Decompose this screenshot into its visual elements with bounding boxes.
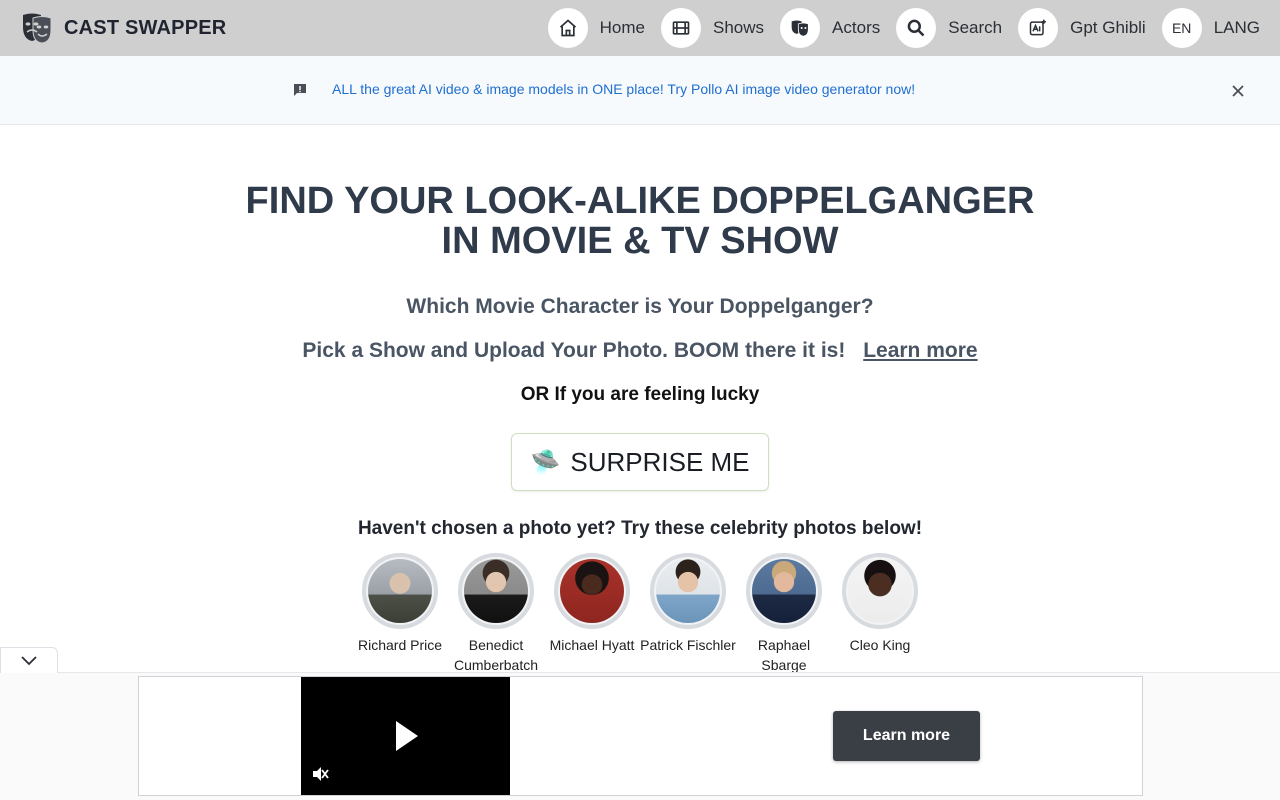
brand-title: CAST SWAPPER [64,16,227,39]
celebrity-photo [656,559,720,623]
celebrity-item[interactable]: Cleo King [832,553,928,675]
nav-item-label: Search [948,18,1003,37]
nav-item-search[interactable]: Search [896,8,1002,48]
celebrity-photo [464,559,528,623]
nav-item-label: Gpt Ghibli [1070,18,1146,37]
masks-icon [780,8,821,48]
feedback-icon [294,84,306,96]
celebrity-photo-frame [458,553,534,629]
theater-masks-icon [23,13,52,44]
celebrity-name: Raphael Sbarge [757,637,811,673]
page-title-line1: FIND YOUR LOOK-ALIKE DOPPELGANGER [245,180,1035,222]
promo-banner: ALL the great AI video & image models in… [0,56,1280,125]
nav-menu: Home Shows Actors Search Gpt Ghibli EN L… [547,8,1260,48]
banner-close-button[interactable] [1228,81,1248,101]
celebrity-photo [848,559,912,623]
celebrity-item[interactable]: Benedict Cumberbatch [448,553,544,675]
home-icon [547,8,588,48]
page-title: FIND YOUR LOOK-ALIKE DOPPELGANGER IN MOV… [0,181,1280,261]
close-icon [1232,85,1244,97]
ad-video-player[interactable] [301,677,510,795]
nav-item-actors[interactable]: Actors [780,8,880,48]
instructions-text: Pick a Show and Upload Your Photo. BOOM … [302,339,846,362]
lucky-text: OR If you are feeling lucky [520,384,760,405]
nav-item-label: LANG [1213,18,1260,37]
celebrity-photo [368,559,432,623]
celebrity-name: Cleo King [849,637,911,653]
ad-learn-more-button[interactable]: Learn more [833,711,980,761]
celebrity-name: Richard Price [357,637,443,653]
celebrity-name: Patrick Fischler [640,637,736,653]
chevron-down-icon [21,655,37,665]
celebrity-item[interactable]: Richard Price [352,553,448,675]
celebrity-photo-frame [362,553,438,629]
celebrity-photo [752,559,816,623]
film-icon [661,8,702,48]
celebrity-list: Richard Price Benedict Cumberbatch Micha… [352,553,928,675]
ad-collapse-toggle[interactable] [0,647,58,673]
page-title-line2: IN MOVIE & TV SHOW [441,220,839,262]
celebrity-photo [560,559,624,623]
celebrity-item[interactable]: Michael Hyatt [544,553,640,675]
nav-item-label: Shows [713,18,765,37]
nav-item-label: Home [599,18,646,37]
celebrity-photo-frame [650,553,726,629]
celebrity-name: Benedict Cumberbatch [453,637,539,673]
nav-item-home[interactable]: Home [547,8,646,48]
promo-link[interactable]: ALL the great AI video & image models in… [332,81,915,97]
muted-speaker-icon[interactable] [311,765,329,783]
celebrity-photo-frame [554,553,630,629]
subtitle-question: Which Movie Character is Your Doppelgang… [406,295,874,318]
ai-image-icon [1018,8,1059,48]
surprise-me-label: SURPRISE ME [570,446,750,477]
ad-container [138,676,1143,796]
play-icon[interactable] [396,721,418,751]
search-icon [896,8,937,48]
celebrity-photo-frame [842,553,918,629]
brand-logo-link[interactable]: CAST SWAPPER [20,12,226,44]
celebrity-item[interactable]: Raphael Sbarge [736,553,832,675]
celebrity-name: Michael Hyatt [549,637,635,653]
celebrity-prompt: Haven't chosen a photo yet? Try these ce… [357,518,923,539]
nav-item-gpt-ghibli[interactable]: Gpt Ghibli [1018,8,1146,48]
language-code: EN [1171,20,1192,36]
nav-item-label: Actors [832,18,881,37]
subtitle-instructions: Pick a Show and Upload Your Photo. BOOM … [0,339,1280,363]
celebrity-item[interactable]: Patrick Fischler [640,553,736,675]
ufo-icon: 🛸 [530,448,561,476]
language-badge: EN [1161,8,1202,48]
nav-item-shows[interactable]: Shows [661,8,764,48]
nav-item-lang[interactable]: EN LANG [1161,8,1260,48]
celebrity-photo-frame [746,553,822,629]
learn-more-link[interactable]: Learn more [863,339,977,362]
top-nav: CAST SWAPPER Home Shows Actors Search Gp… [0,0,1280,56]
surprise-me-button[interactable]: 🛸 SURPRISE ME [511,433,769,491]
